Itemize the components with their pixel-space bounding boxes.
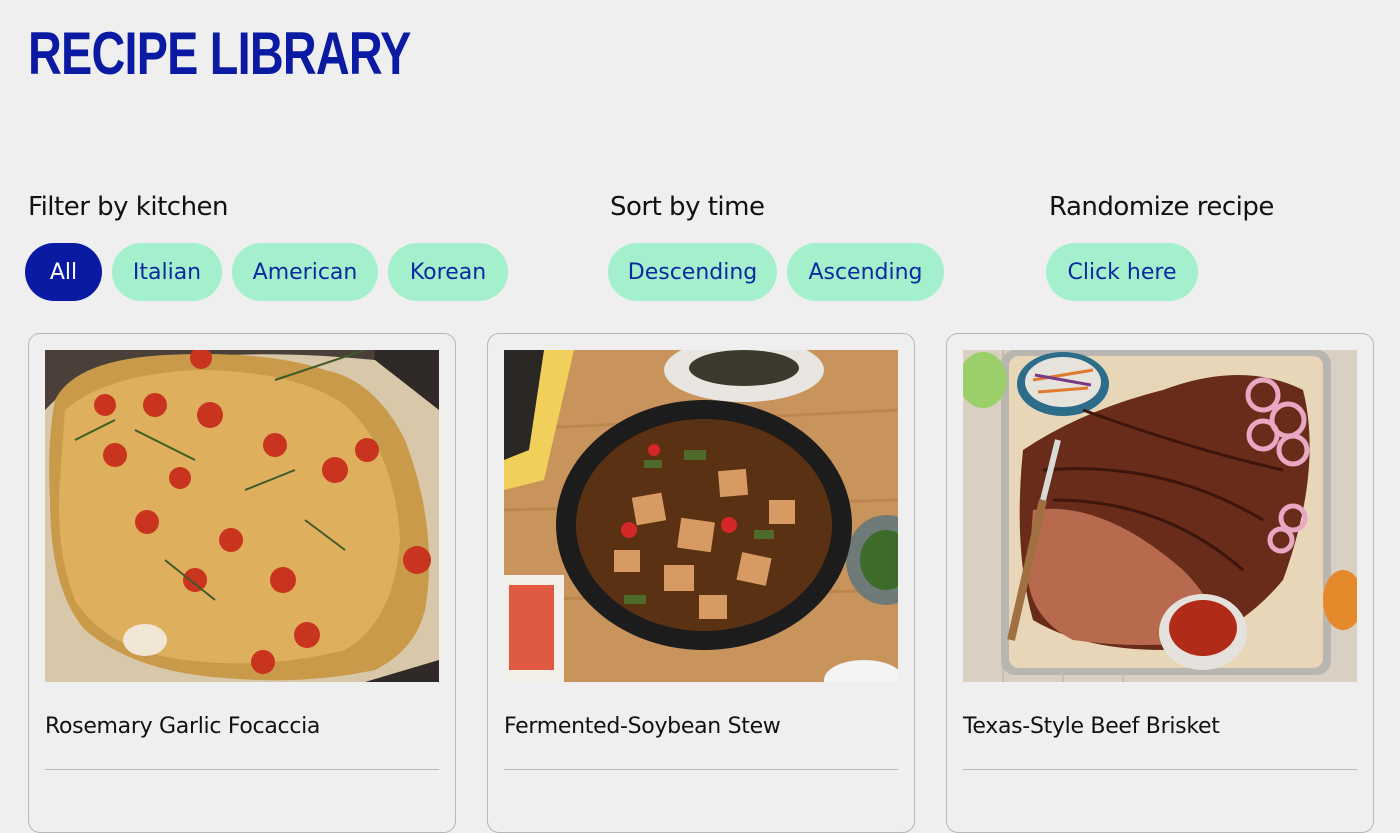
recipe-card[interactable]: Fermented-Soybean Stew	[487, 333, 915, 833]
brisket-image[interactable]	[963, 350, 1357, 682]
recipe-title[interactable]: Rosemary Garlic Focaccia	[45, 712, 320, 742]
sort-descending-button[interactable]: Descending	[608, 243, 777, 301]
card-divider	[963, 769, 1357, 770]
recipe-card[interactable]: Texas-Style Beef Brisket	[946, 333, 1374, 833]
filter-italian-button[interactable]: Italian	[112, 243, 222, 301]
kitchen-filter-group: Filter by kitchen All Italian American K…	[25, 190, 508, 301]
time-sort-chips: Descending Ascending	[608, 243, 944, 301]
recipe-title[interactable]: Fermented-Soybean Stew	[504, 712, 781, 742]
focaccia-image[interactable]	[45, 350, 439, 682]
kitchen-filter-chips: All Italian American Korean	[25, 243, 508, 301]
randomize-button[interactable]: Click here	[1046, 243, 1198, 301]
filter-korean-button[interactable]: Korean	[388, 243, 508, 301]
randomize-label: Randomize recipe	[1049, 192, 1274, 222]
filter-american-button[interactable]: American	[232, 243, 378, 301]
time-sort-label: Sort by time	[610, 192, 765, 222]
randomize-group: Randomize recipe Click here	[1046, 190, 1274, 301]
recipe-title[interactable]: Texas-Style Beef Brisket	[963, 712, 1220, 742]
filter-all-button[interactable]: All	[25, 243, 102, 301]
card-divider	[504, 769, 898, 770]
sort-ascending-button[interactable]: Ascending	[787, 243, 944, 301]
card-divider	[45, 769, 439, 770]
stew-image[interactable]	[504, 350, 898, 682]
randomize-chips: Click here	[1046, 243, 1198, 301]
page-title: RECIPE LIBRARY	[28, 20, 411, 87]
recipe-card[interactable]: Rosemary Garlic Focaccia	[28, 333, 456, 833]
time-sort-group: Sort by time Descending Ascending	[608, 190, 944, 301]
kitchen-filter-label: Filter by kitchen	[28, 192, 229, 222]
